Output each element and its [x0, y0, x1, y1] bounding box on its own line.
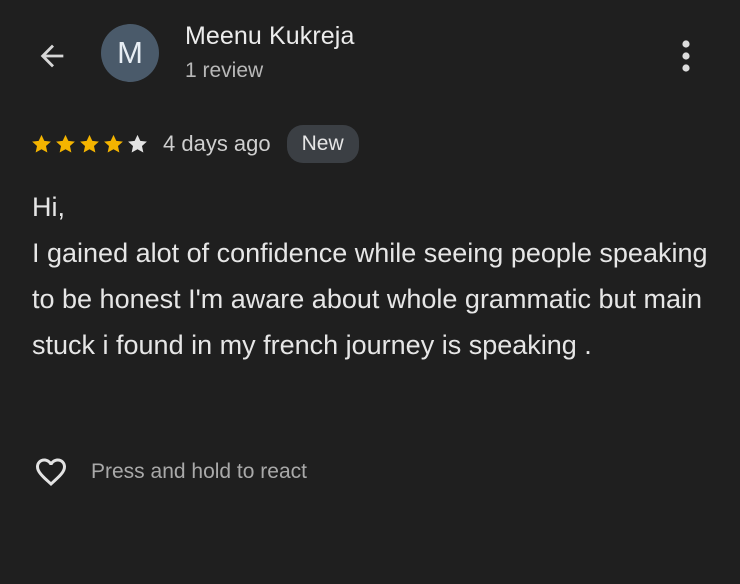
- rating-row: 4 days ago New: [30, 124, 359, 164]
- more-options-button[interactable]: [664, 34, 708, 78]
- heart-outline-icon: [36, 458, 66, 487]
- review-date: 4 days ago: [163, 131, 271, 156]
- star-filled-icon: [32, 134, 51, 153]
- star-rating: [30, 133, 149, 156]
- avatar-letter: M: [117, 35, 143, 70]
- more-vert-icon: [682, 40, 690, 72]
- star-filled-icon: [80, 134, 99, 153]
- author-name[interactable]: Meenu Kukreja: [185, 22, 354, 51]
- react-label: Press and hold to react: [91, 460, 307, 483]
- author-review-count: 1 review: [185, 59, 264, 82]
- react-button[interactable]: Press and hold to react: [32, 452, 307, 492]
- avatar[interactable]: M: [101, 24, 159, 82]
- star-filled-icon: [56, 134, 75, 153]
- review-header: M Meenu Kukreja 1 review: [0, 0, 740, 110]
- star-empty-icon: [128, 134, 147, 153]
- new-badge: New: [286, 125, 359, 163]
- star-filled-icon: [104, 134, 123, 153]
- review-text: Hi, I gained alot of confidence while se…: [32, 192, 708, 360]
- review-detail-screen: M Meenu Kukreja 1 review 4 days ago New …: [0, 0, 740, 584]
- arrow-left-icon: [40, 44, 64, 68]
- back-button[interactable]: [30, 34, 74, 78]
